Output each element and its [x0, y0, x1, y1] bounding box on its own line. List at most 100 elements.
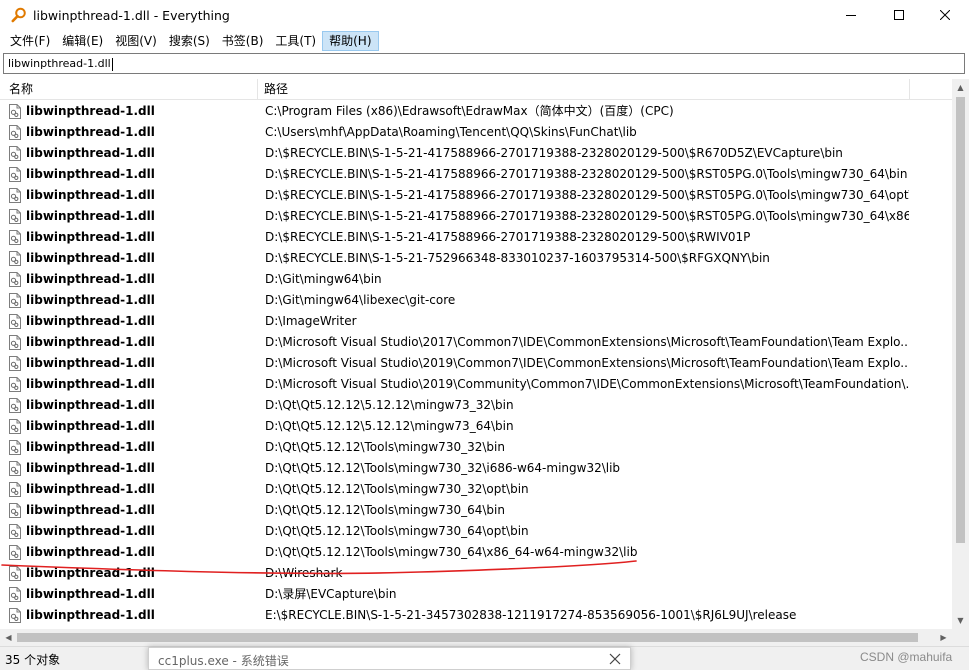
file-name: libwinpthread-1.dll: [26, 419, 155, 433]
results-list[interactable]: libwinpthread-1.dll C:\Program Files (x86…: [0, 101, 952, 629]
menu-search[interactable]: 搜索(S): [163, 31, 216, 51]
result-row[interactable]: libwinpthread-1.dll D:\$RECYCLE.BIN\S-1-5…: [0, 143, 952, 164]
file-path: D:\Git\mingw64\libexec\git-core: [265, 293, 456, 307]
result-row[interactable]: libwinpthread-1.dll D:\$RECYCLE.BIN\S-1-5…: [0, 248, 952, 269]
result-row[interactable]: libwinpthread-1.dll D:\$RECYCLE.BIN\S-1-5…: [0, 164, 952, 185]
result-row[interactable]: libwinpthread-1.dll D:\Microsoft Visual S…: [0, 374, 952, 395]
file-path: D:\Microsoft Visual Studio\2019\Communit…: [265, 377, 909, 391]
result-row[interactable]: libwinpthread-1.dll D:\Qt\Qt5.12.12\Tools…: [0, 437, 952, 458]
menu-bar: 文件(F) 编辑(E) 视图(V) 搜索(S) 书签(B) 工具(T) 帮助(H…: [0, 31, 969, 51]
file-name: libwinpthread-1.dll: [26, 482, 155, 496]
dll-file-icon: [9, 545, 21, 560]
object-count: 35 个对象: [5, 653, 61, 667]
column-header-name[interactable]: 名称: [0, 79, 258, 100]
result-row[interactable]: libwinpthread-1.dll D:\Qt\Qt5.12.12\Tools…: [0, 500, 952, 521]
menu-file[interactable]: 文件(F): [4, 31, 56, 51]
file-name: libwinpthread-1.dll: [26, 608, 155, 622]
dll-file-icon: [9, 356, 21, 371]
file-name: libwinpthread-1.dll: [26, 398, 155, 412]
scroll-up-icon[interactable]: ▲: [952, 79, 969, 96]
magnifier-icon: [11, 7, 27, 23]
menu-bookmarks[interactable]: 书签(B): [216, 31, 270, 51]
menu-help[interactable]: 帮助(H): [322, 31, 379, 51]
vertical-scrollbar[interactable]: ▲ ▼: [952, 79, 969, 629]
result-row[interactable]: libwinpthread-1.dll D:\Qt\Qt5.12.12\Tools…: [0, 521, 952, 542]
dll-file-icon: [9, 335, 21, 350]
result-row[interactable]: libwinpthread-1.dll D:\Git\mingw64\bin: [0, 269, 952, 290]
file-path: D:\Microsoft Visual Studio\2019\Common7\…: [265, 356, 909, 370]
minimize-icon: [846, 9, 856, 23]
result-row[interactable]: libwinpthread-1.dll D:\Wireshark: [0, 563, 952, 584]
result-row[interactable]: libwinpthread-1.dll D:\Microsoft Visual S…: [0, 332, 952, 353]
result-row[interactable]: libwinpthread-1.dll D:\Qt\Qt5.12.12\Tools…: [0, 458, 952, 479]
file-name: libwinpthread-1.dll: [26, 440, 155, 454]
result-row[interactable]: libwinpthread-1.dll D:\录屏\EVCapture\bin: [0, 584, 952, 605]
error-taskbar-popup[interactable]: cc1plus.exe - 系统错误: [148, 647, 631, 670]
file-name: libwinpthread-1.dll: [26, 314, 155, 328]
result-row[interactable]: libwinpthread-1.dll E:\$RECYCLE.BIN\S-1-5…: [0, 605, 952, 626]
file-path: D:\$RECYCLE.BIN\S-1-5-21-417588966-27017…: [265, 167, 908, 181]
horizontal-scroll-thumb[interactable]: [17, 633, 918, 642]
file-path: D:\Qt\Qt5.12.12\Tools\mingw730_64\bin: [265, 503, 505, 517]
dll-file-icon: [9, 503, 21, 518]
dll-file-icon: [9, 377, 21, 392]
dll-file-icon: [9, 440, 21, 455]
file-path: D:\Qt\Qt5.12.12\Tools\mingw730_32\opt\bi…: [265, 482, 529, 496]
result-row[interactable]: libwinpthread-1.dll D:\ImageWriter: [0, 311, 952, 332]
file-name: libwinpthread-1.dll: [26, 125, 155, 139]
close-icon[interactable]: [607, 651, 623, 667]
file-name: libwinpthread-1.dll: [26, 377, 155, 391]
result-row[interactable]: libwinpthread-1.dll D:\Microsoft Visual S…: [0, 353, 952, 374]
file-path: D:\Git\mingw64\bin: [265, 272, 382, 286]
file-path: D:\$RECYCLE.BIN\S-1-5-21-417588966-27017…: [265, 188, 909, 202]
file-name: libwinpthread-1.dll: [26, 524, 155, 538]
result-row[interactable]: libwinpthread-1.dll D:\Qt\Qt5.12.12\Tools…: [0, 542, 952, 563]
close-button[interactable]: [922, 0, 968, 31]
scroll-down-icon[interactable]: ▼: [952, 612, 969, 629]
file-path: D:\录屏\EVCapture\bin: [265, 587, 397, 601]
file-name: libwinpthread-1.dll: [26, 146, 155, 160]
dll-file-icon: [9, 209, 21, 224]
vertical-scroll-thumb[interactable]: [956, 97, 965, 543]
result-row[interactable]: libwinpthread-1.dll D:\Qt\Qt5.12.12\Tools…: [0, 479, 952, 500]
dll-file-icon: [9, 125, 21, 140]
file-path: D:\$RECYCLE.BIN\S-1-5-21-752966348-83301…: [265, 251, 770, 265]
column-header-path[interactable]: 路径: [258, 79, 910, 100]
text-caret: [111, 57, 113, 71]
dll-file-icon: [9, 608, 21, 623]
search-input[interactable]: libwinpthread-1.dll: [3, 53, 965, 74]
dll-file-icon: [9, 104, 21, 119]
result-row[interactable]: libwinpthread-1.dll D:\$RECYCLE.BIN\S-1-5…: [0, 227, 952, 248]
file-path: D:\ImageWriter: [265, 314, 357, 328]
file-path: D:\$RECYCLE.BIN\S-1-5-21-417588966-27017…: [265, 146, 843, 160]
file-path: C:\Users\mhf\AppData\Roaming\Tencent\QQ\…: [265, 125, 637, 139]
result-row[interactable]: libwinpthread-1.dll D:\$RECYCLE.BIN\S-1-5…: [0, 206, 952, 227]
column-header: 名称 路径: [0, 79, 969, 100]
scroll-left-icon[interactable]: ◀: [0, 629, 17, 646]
file-path: D:\Qt\Qt5.12.12\Tools\mingw730_32\bin: [265, 440, 505, 454]
menu-tools[interactable]: 工具(T): [269, 31, 322, 51]
result-row[interactable]: libwinpthread-1.dll D:\$RECYCLE.BIN\S-1-5…: [0, 185, 952, 206]
result-row[interactable]: libwinpthread-1.dll C:\Program Files (x86…: [0, 101, 952, 122]
maximize-icon: [894, 9, 904, 23]
dll-file-icon: [9, 461, 21, 476]
menu-view[interactable]: 视图(V): [109, 31, 163, 51]
dll-file-icon: [9, 398, 21, 413]
dll-file-icon: [9, 230, 21, 245]
menu-edit[interactable]: 编辑(E): [56, 31, 109, 51]
dll-file-icon: [9, 482, 21, 497]
result-row[interactable]: libwinpthread-1.dll D:\Qt\Qt5.12.12\5.12.…: [0, 395, 952, 416]
dll-file-icon: [9, 524, 21, 539]
result-row[interactable]: libwinpthread-1.dll D:\Qt\Qt5.12.12\5.12.…: [0, 416, 952, 437]
file-name: libwinpthread-1.dll: [26, 293, 155, 307]
result-row[interactable]: libwinpthread-1.dll D:\Git\mingw64\libexe…: [0, 290, 952, 311]
file-path: D:\Qt\Qt5.12.12\5.12.12\mingw73_64\bin: [265, 419, 514, 433]
scroll-right-icon[interactable]: ▶: [935, 629, 952, 646]
maximize-button[interactable]: [876, 0, 922, 31]
result-row[interactable]: libwinpthread-1.dll C:\Users\mhf\AppData\…: [0, 122, 952, 143]
file-path: D:\Qt\Qt5.12.12\5.12.12\mingw73_32\bin: [265, 398, 514, 412]
file-path: D:\Microsoft Visual Studio\2017\Common7\…: [265, 335, 909, 349]
dll-file-icon: [9, 188, 21, 203]
minimize-button[interactable]: [828, 0, 874, 31]
horizontal-scrollbar[interactable]: ◀ ▶: [0, 629, 952, 646]
